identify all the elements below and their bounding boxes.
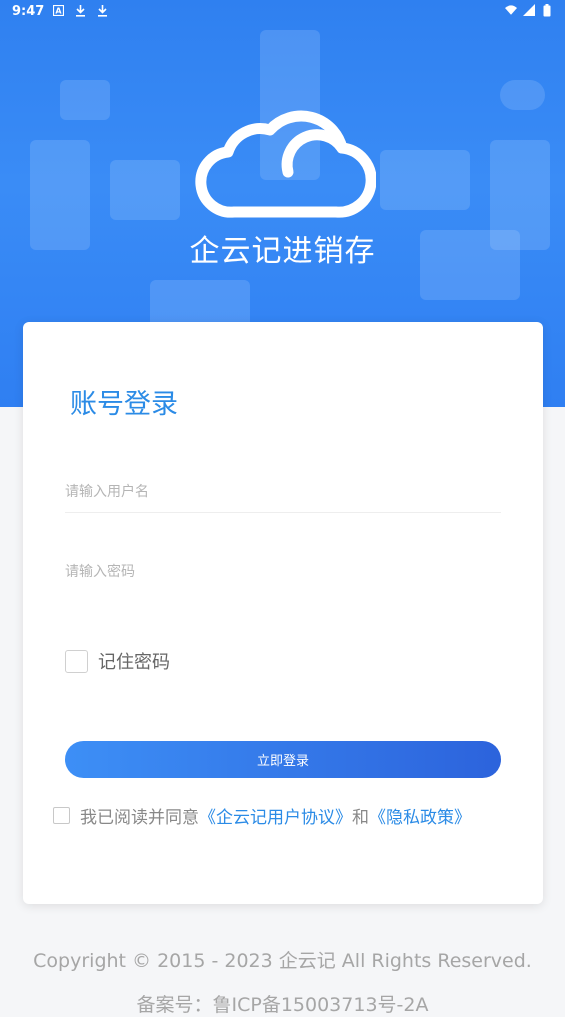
login-button[interactable]: 立即登录: [65, 741, 501, 778]
remember-password-checkbox[interactable]: [65, 649, 88, 673]
brand-name: 企云记进销存: [189, 234, 376, 269]
agreement-and: 和: [352, 808, 369, 828]
notification-a-icon: A: [52, 3, 64, 17]
decor-block: [500, 80, 545, 110]
wifi-icon: [505, 3, 517, 17]
login-card: 账号登录 记住密码 立即登录 我已阅读并同意《企云记用户协议》和《隐私政策》: [23, 322, 543, 904]
signal-icon: [523, 3, 535, 17]
cloud-icon: [195, 110, 376, 218]
remember-password-label: 记住密码: [98, 652, 170, 673]
battery-icon: [541, 3, 553, 17]
decor-block: [110, 160, 180, 220]
decor-block: [60, 80, 110, 120]
status-time: 9:47: [12, 4, 45, 19]
privacy-policy-link[interactable]: 《隐私政策》: [369, 808, 471, 828]
user-agreement-link[interactable]: 《企云记用户协议》: [199, 808, 352, 828]
status-bar: 9:47 A: [0, 0, 565, 24]
svg-text:A: A: [55, 6, 62, 15]
username-input[interactable]: [65, 472, 501, 513]
password-input[interactable]: [65, 552, 501, 593]
login-title: 账号登录: [70, 389, 178, 420]
decor-block: [380, 150, 470, 210]
agreement-row: 我已阅读并同意《企云记用户协议》和《隐私政策》: [53, 803, 471, 828]
copyright-text: Copyright © 2015 - 2023 企云记 All Rights R…: [33, 950, 532, 972]
agreement-checkbox[interactable]: [53, 807, 70, 824]
agreement-prefix: 我已阅读并同意: [80, 808, 199, 828]
download-icon: [74, 3, 86, 17]
remember-password-row[interactable]: 记住密码: [65, 648, 170, 674]
download-icon: [96, 3, 108, 17]
